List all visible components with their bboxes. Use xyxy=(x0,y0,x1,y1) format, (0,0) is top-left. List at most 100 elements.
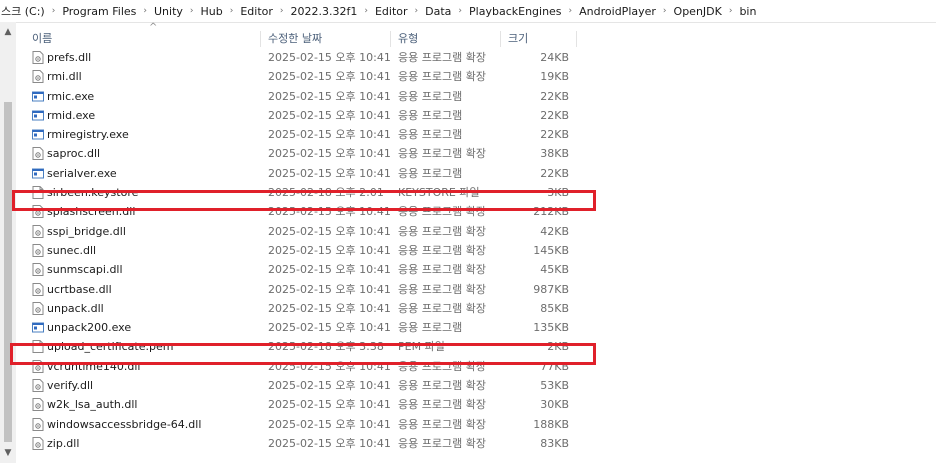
file-row[interactable]: rmid.exe 2025-02-15 오후 10:41 응용 프로그램 22KB xyxy=(16,106,616,125)
column-size-header[interactable]: 크기 xyxy=(508,28,528,50)
file-row[interactable]: rmiregistry.exe 2025-02-15 오후 10:41 응용 프로그… xyxy=(16,125,616,144)
file-size: 22KB xyxy=(540,166,569,180)
file-size: 2KB xyxy=(547,340,569,354)
file-row[interactable]: sspi_bridge.dll 2025-02-15 오후 10:41 응용 프로그… xyxy=(16,222,616,241)
file-row[interactable]: sunec.dll 2025-02-15 오후 10:41 응용 프로그램 확장 14… xyxy=(16,241,616,260)
file-row[interactable]: sirbeen.keystore 2025-02-18 오후 2:01 KEYSTO… xyxy=(16,183,616,202)
file-type: 응용 프로그램 xyxy=(398,89,463,103)
file-type: 응용 프로그램 확장 xyxy=(398,282,486,296)
column-name-header[interactable]: 이름 xyxy=(32,28,52,50)
file-name: sirbeen.keystore xyxy=(47,186,139,200)
file-row[interactable]: vcruntime140.dll 2025-02-15 오후 10:41 응용 프로… xyxy=(16,357,616,376)
dll-icon xyxy=(32,243,44,257)
scroll-up-icon[interactable]: ▲ xyxy=(0,24,16,40)
file-row[interactable]: ucrtbase.dll 2025-02-15 오후 10:41 응용 프로그램 확… xyxy=(16,280,616,299)
file-icon xyxy=(32,186,44,200)
breadcrumb-item[interactable]: bin xyxy=(734,5,761,18)
file-size: 24KB xyxy=(540,51,569,64)
file-date: 2025-02-15 오후 10:41 xyxy=(268,51,391,64)
file-name: saproc.dll xyxy=(47,147,101,161)
breadcrumb-separator-icon[interactable]: › xyxy=(567,6,575,16)
breadcrumb-item[interactable]: Hub xyxy=(196,5,228,18)
file-size: 85KB xyxy=(540,301,569,315)
file-type: 응용 프로그램 xyxy=(398,321,463,335)
breadcrumb-separator-icon[interactable]: › xyxy=(413,6,421,16)
file-row[interactable]: windowsaccessbridge-64.dll 2025-02-15 오후 … xyxy=(16,415,616,434)
file-row[interactable]: serialver.exe 2025-02-15 오후 10:41 응용 프로그램 2… xyxy=(16,164,616,183)
file-name: rmic.exe xyxy=(47,89,95,103)
file-type: 응용 프로그램 xyxy=(398,108,463,122)
breadcrumb-separator-icon[interactable]: › xyxy=(727,6,735,16)
scrollbar-thumb[interactable] xyxy=(4,102,12,442)
file-row[interactable]: saproc.dll 2025-02-15 오후 10:41 응용 프로그램 확장 3… xyxy=(16,144,616,163)
breadcrumb-item[interactable]: Unity xyxy=(149,5,188,18)
file-row[interactable]: rmi.dll 2025-02-15 오후 10:41 응용 프로그램 확장 19KB xyxy=(16,67,616,86)
breadcrumb-separator-icon[interactable]: › xyxy=(661,6,669,16)
file-size: 19KB xyxy=(540,70,569,84)
column-type-header[interactable]: 유형 xyxy=(398,28,418,50)
exe-icon xyxy=(32,128,44,141)
file-name: rmi.dll xyxy=(47,70,82,84)
file-row[interactable]: unpack200.exe 2025-02-15 오후 10:41 응용 프로그램 1… xyxy=(16,318,616,337)
file-row[interactable]: w2k_lsa_auth.dll 2025-02-15 오후 10:41 응용 프로… xyxy=(16,395,616,414)
file-date: 2025-02-15 오후 10:41 xyxy=(268,205,391,219)
file-size: 53KB xyxy=(540,379,569,393)
file-type: 응용 프로그램 확장 xyxy=(398,359,486,373)
file-row[interactable]: upload_certificate.pem 2025-02-18 오후 3:38… xyxy=(16,337,616,356)
file-type: 응용 프로그램 xyxy=(398,166,463,180)
breadcrumb-separator-icon[interactable]: › xyxy=(50,6,58,16)
breadcrumb-separator-icon[interactable]: › xyxy=(188,6,196,16)
column-divider[interactable] xyxy=(260,31,261,47)
column-date-header[interactable]: 수정한 날짜 xyxy=(268,28,322,50)
dll-icon xyxy=(32,398,44,412)
file-size: 38KB xyxy=(540,147,569,161)
file-name: unpack.dll xyxy=(47,301,104,315)
breadcrumb-separator-icon[interactable]: › xyxy=(456,6,464,16)
column-divider[interactable] xyxy=(500,31,501,47)
file-type: 응용 프로그램 확장 xyxy=(398,301,486,315)
sort-ascending-icon: ^ xyxy=(149,22,158,33)
breadcrumb-item[interactable]: 2022.3.32f1 xyxy=(286,5,363,18)
file-row[interactable]: splashscreen.dll 2025-02-15 오후 10:41 응용 프로… xyxy=(16,202,616,221)
dll-icon xyxy=(32,70,44,84)
breadcrumb-item[interactable]: Editor xyxy=(235,5,278,18)
scroll-down-icon[interactable]: ▼ xyxy=(0,445,16,461)
file-type: 응용 프로그램 확장 xyxy=(398,243,486,257)
file-row[interactable]: rmic.exe 2025-02-15 오후 10:41 응용 프로그램 22KB xyxy=(16,87,616,106)
file-name: sunmscapi.dll xyxy=(47,263,123,277)
file-date: 2025-02-15 오후 10:41 xyxy=(268,243,391,257)
file-row[interactable]: sunmscapi.dll 2025-02-15 오후 10:41 응용 프로그램 … xyxy=(16,260,616,279)
dll-icon xyxy=(32,359,44,373)
file-type: KEYSTORE 파일 xyxy=(398,186,480,200)
file-date: 2025-02-15 오후 10:41 xyxy=(268,128,391,142)
column-divider[interactable] xyxy=(576,31,577,47)
file-name: rmid.exe xyxy=(47,108,96,122)
vertical-scrollbar[interactable]: ▲ ▼ xyxy=(0,22,16,463)
breadcrumb-item[interactable]: Editor xyxy=(370,5,413,18)
file-row[interactable]: verify.dll 2025-02-15 오후 10:41 응용 프로그램 확장 5… xyxy=(16,376,616,395)
breadcrumb-item[interactable]: Program Files xyxy=(57,5,141,18)
breadcrumb-separator-icon[interactable]: › xyxy=(278,6,286,16)
breadcrumb-item[interactable]: AndroidPlayer xyxy=(574,5,661,18)
file-row[interactable]: zip.dll 2025-02-15 오후 10:41 응용 프로그램 확장 83KB xyxy=(16,434,616,453)
file-date: 2025-02-18 오후 3:38 xyxy=(268,340,384,354)
column-divider[interactable] xyxy=(390,31,391,47)
address-bar[interactable]: 스크 (C:) › Program Files › Unity › Hub › Editor › 2… xyxy=(0,0,936,23)
breadcrumb-separator-icon[interactable]: › xyxy=(362,6,370,16)
file-name: vcruntime140.dll xyxy=(47,359,141,373)
file-date: 2025-02-15 오후 10:41 xyxy=(268,70,391,84)
breadcrumb-separator-icon[interactable]: › xyxy=(228,6,236,16)
dll-icon xyxy=(32,436,44,450)
file-date: 2025-02-15 오후 10:41 xyxy=(268,224,391,238)
file-type: 응용 프로그램 확장 xyxy=(398,379,486,393)
breadcrumb-item[interactable]: PlaybackEngines xyxy=(464,5,567,18)
breadcrumb-item[interactable]: 스크 (C:) xyxy=(0,3,50,19)
file-date: 2025-02-15 오후 10:41 xyxy=(268,89,391,103)
breadcrumb-item[interactable]: OpenJDK xyxy=(669,5,727,18)
breadcrumb-separator-icon[interactable]: › xyxy=(141,6,149,16)
breadcrumb-item[interactable]: Data xyxy=(420,5,456,18)
file-name: unpack200.exe xyxy=(47,321,132,335)
file-name: sspi_bridge.dll xyxy=(47,224,126,238)
file-row[interactable]: unpack.dll 2025-02-15 오후 10:41 응용 프로그램 확장 8… xyxy=(16,299,616,318)
file-row[interactable]: prefs.dll 2025-02-15 오후 10:41 응용 프로그램 확장 24… xyxy=(16,48,616,67)
